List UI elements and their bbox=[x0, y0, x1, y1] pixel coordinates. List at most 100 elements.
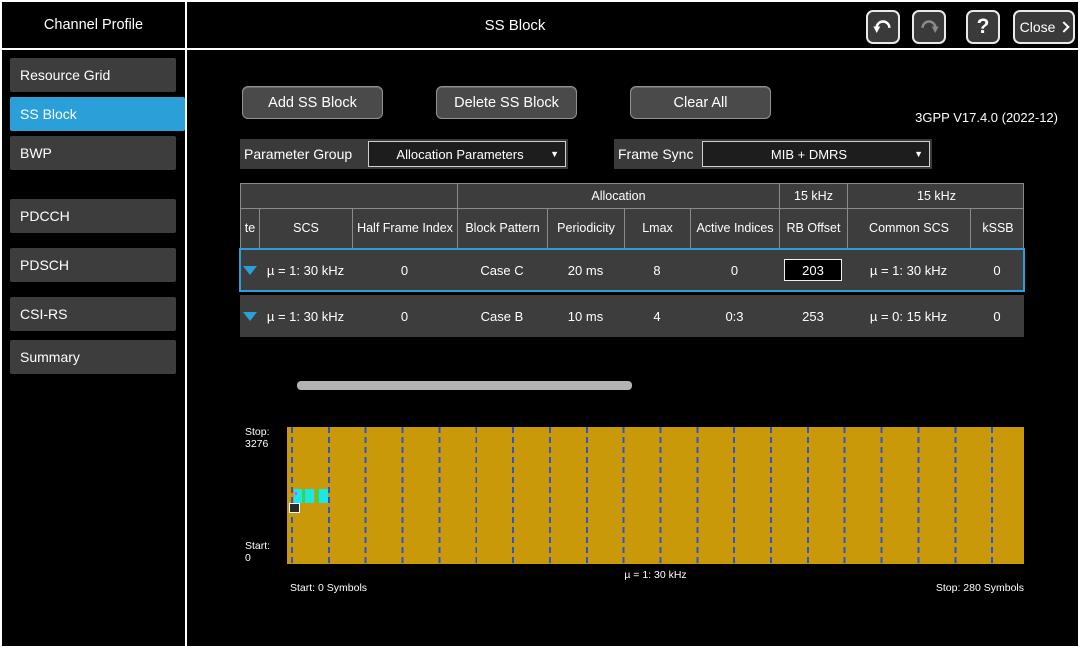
allocation-plot bbox=[287, 427, 1024, 564]
redo-icon bbox=[918, 16, 940, 38]
ssb-allocation-block bbox=[295, 492, 297, 495]
cell-lmax[interactable]: 4 bbox=[624, 295, 690, 337]
cell-kssb[interactable]: 0 bbox=[970, 295, 1024, 337]
cell-periodicity[interactable]: 10 ms bbox=[547, 295, 624, 337]
cell-kssb[interactable]: 0 bbox=[970, 249, 1024, 291]
sidebar-item-label: PDSCH bbox=[20, 257, 69, 273]
cell-common-scs[interactable]: µ = 1: 30 kHz bbox=[847, 249, 970, 291]
cell-rb-offset[interactable] bbox=[779, 249, 847, 291]
ssb-allocation-block bbox=[319, 489, 328, 503]
ssb-allocation-block bbox=[289, 503, 300, 513]
close-chevron-icon bbox=[1059, 21, 1070, 32]
cell-active-indices[interactable]: 0 bbox=[690, 249, 779, 291]
numerology-label: µ = 1: 30 kHz bbox=[287, 569, 1024, 581]
x-axis-stop-label: Stop: 280 Symbols bbox=[936, 582, 1024, 594]
cell-state[interactable] bbox=[240, 249, 259, 291]
frame-sync-dropdown[interactable]: MIB + DMRS ▼ bbox=[702, 141, 930, 167]
table-group-header: Allocation 15 kHz 15 kHz bbox=[240, 183, 1024, 209]
clear-all-button[interactable]: Clear All bbox=[630, 86, 771, 119]
sidebar-nav: Resource Grid SS Block BWP PDCCH PDSCH C… bbox=[4, 52, 185, 648]
close-button-label: Close bbox=[1020, 19, 1056, 35]
table-row[interactable]: µ = 1: 30 kHz 0 Case C 20 ms 8 0 µ = 1: … bbox=[240, 249, 1024, 291]
ssb-allocation-block bbox=[305, 489, 314, 503]
column-header-half-frame-index: Half Frame Index bbox=[353, 209, 458, 248]
y-axis-stop-value: 3276 bbox=[245, 438, 287, 450]
add-ss-block-button[interactable]: Add SS Block bbox=[242, 86, 383, 119]
sidebar-item-label: SS Block bbox=[20, 106, 77, 122]
sidebar-item-label: BWP bbox=[20, 145, 52, 161]
page-title: SS Block bbox=[185, 2, 845, 48]
sidebar-item-ss-block[interactable]: SS Block bbox=[10, 97, 185, 131]
title-bar: Channel Profile SS Block ? Close bbox=[2, 2, 1078, 50]
parameter-group-dropdown[interactable]: Allocation Parameters ▼ bbox=[368, 141, 566, 167]
column-header-block-pattern: Block Pattern bbox=[458, 209, 548, 248]
close-button[interactable]: Close bbox=[1013, 10, 1075, 44]
undo-button[interactable] bbox=[866, 10, 900, 44]
sidebar-item-resource-grid[interactable]: Resource Grid bbox=[10, 58, 176, 92]
column-header-active-indices: Active Indices bbox=[691, 209, 780, 248]
undo-icon bbox=[872, 16, 894, 38]
sidebar-item-bwp[interactable]: BWP bbox=[10, 136, 176, 170]
table-column-header: te SCS Half Frame Index Block Pattern Pe… bbox=[240, 209, 1024, 249]
rb-offset-input[interactable] bbox=[784, 259, 842, 281]
dropdown-arrow-icon: ▼ bbox=[550, 149, 559, 159]
help-button[interactable]: ? bbox=[966, 10, 1000, 44]
redo-button[interactable] bbox=[912, 10, 946, 44]
allocation-chart-panel: Stop: 3276 Start: 0 µ = 1: 30 kHz Start:… bbox=[240, 422, 1024, 600]
column-header-state: te bbox=[241, 209, 260, 248]
sidebar-item-label: Resource Grid bbox=[20, 67, 110, 83]
horizontal-scrollbar-thumb[interactable] bbox=[297, 381, 632, 390]
dropdown-arrow-icon: ▼ bbox=[914, 149, 923, 159]
state-dropdown-icon[interactable] bbox=[243, 266, 257, 275]
standard-version-label: 3GPP V17.4.0 (2022-12) bbox=[862, 110, 1058, 125]
cell-scs[interactable]: µ = 1: 30 kHz bbox=[259, 295, 352, 337]
column-header-scs: SCS bbox=[260, 209, 353, 248]
frame-sync-panel: Frame Sync MIB + DMRS ▼ bbox=[614, 139, 932, 169]
parameter-group-label: Parameter Group bbox=[240, 146, 368, 162]
delete-ss-block-button[interactable]: Delete SS Block bbox=[436, 86, 577, 119]
sidebar-item-csi-rs[interactable]: CSI-RS bbox=[10, 297, 176, 331]
group-header-common-unit: 15 kHz bbox=[848, 184, 1025, 208]
cell-block-pattern[interactable]: Case C bbox=[457, 249, 547, 291]
parameter-group-panel: Parameter Group Allocation Parameters ▼ bbox=[240, 139, 568, 169]
parameter-group-value: Allocation Parameters bbox=[396, 147, 537, 162]
cell-rb-offset[interactable]: 253 bbox=[779, 295, 847, 337]
sidebar-title: Channel Profile bbox=[2, 2, 185, 48]
group-header-allocation: Allocation bbox=[458, 184, 780, 208]
y-axis-start: Start: 0 bbox=[245, 540, 287, 564]
sidebar-item-pdcch[interactable]: PDCCH bbox=[10, 199, 176, 233]
cell-block-pattern[interactable]: Case B bbox=[457, 295, 547, 337]
cell-half-frame-index[interactable]: 0 bbox=[352, 249, 457, 291]
app-window: Channel Profile SS Block ? Close Resourc… bbox=[0, 0, 1080, 648]
frame-sync-label: Frame Sync bbox=[614, 146, 702, 162]
cell-half-frame-index[interactable]: 0 bbox=[352, 295, 457, 337]
x-axis-start-label: Start: 0 Symbols bbox=[290, 582, 367, 594]
group-header-blank bbox=[241, 184, 458, 208]
column-header-rb-offset: RB Offset bbox=[780, 209, 848, 248]
cell-periodicity[interactable]: 20 ms bbox=[547, 249, 624, 291]
horizontal-scrollbar-track[interactable] bbox=[240, 378, 1024, 392]
frame-sync-value: MIB + DMRS bbox=[771, 147, 861, 162]
cell-state[interactable] bbox=[240, 295, 259, 337]
column-header-lmax: Lmax bbox=[625, 209, 691, 248]
sidebar-item-summary[interactable]: Summary bbox=[10, 340, 176, 374]
y-axis-start-label: Start: bbox=[245, 540, 287, 552]
table-row[interactable]: µ = 1: 30 kHz 0 Case B 10 ms 4 0:3 253 µ… bbox=[240, 295, 1024, 337]
sidebar-divider bbox=[185, 2, 187, 646]
sidebar-item-label: Summary bbox=[20, 349, 80, 365]
column-header-common-scs: Common SCS bbox=[848, 209, 971, 248]
cell-active-indices[interactable]: 0:3 bbox=[690, 295, 779, 337]
column-header-kssb: kSSB bbox=[971, 209, 1025, 248]
sidebar-item-label: CSI-RS bbox=[20, 306, 67, 322]
state-dropdown-icon[interactable] bbox=[243, 312, 257, 321]
cell-lmax[interactable]: 8 bbox=[624, 249, 690, 291]
column-header-periodicity: Periodicity bbox=[548, 209, 625, 248]
cell-common-scs[interactable]: µ = 0: 15 kHz bbox=[847, 295, 970, 337]
group-header-rb-offset-unit: 15 kHz bbox=[780, 184, 848, 208]
y-axis-stop-label: Stop: bbox=[245, 426, 287, 438]
sidebar-item-label: PDCCH bbox=[20, 208, 70, 224]
y-axis-start-value: 0 bbox=[245, 552, 287, 564]
y-axis-stop: Stop: 3276 bbox=[245, 426, 287, 450]
sidebar-item-pdsch[interactable]: PDSCH bbox=[10, 248, 176, 282]
cell-scs[interactable]: µ = 1: 30 kHz bbox=[259, 249, 352, 291]
